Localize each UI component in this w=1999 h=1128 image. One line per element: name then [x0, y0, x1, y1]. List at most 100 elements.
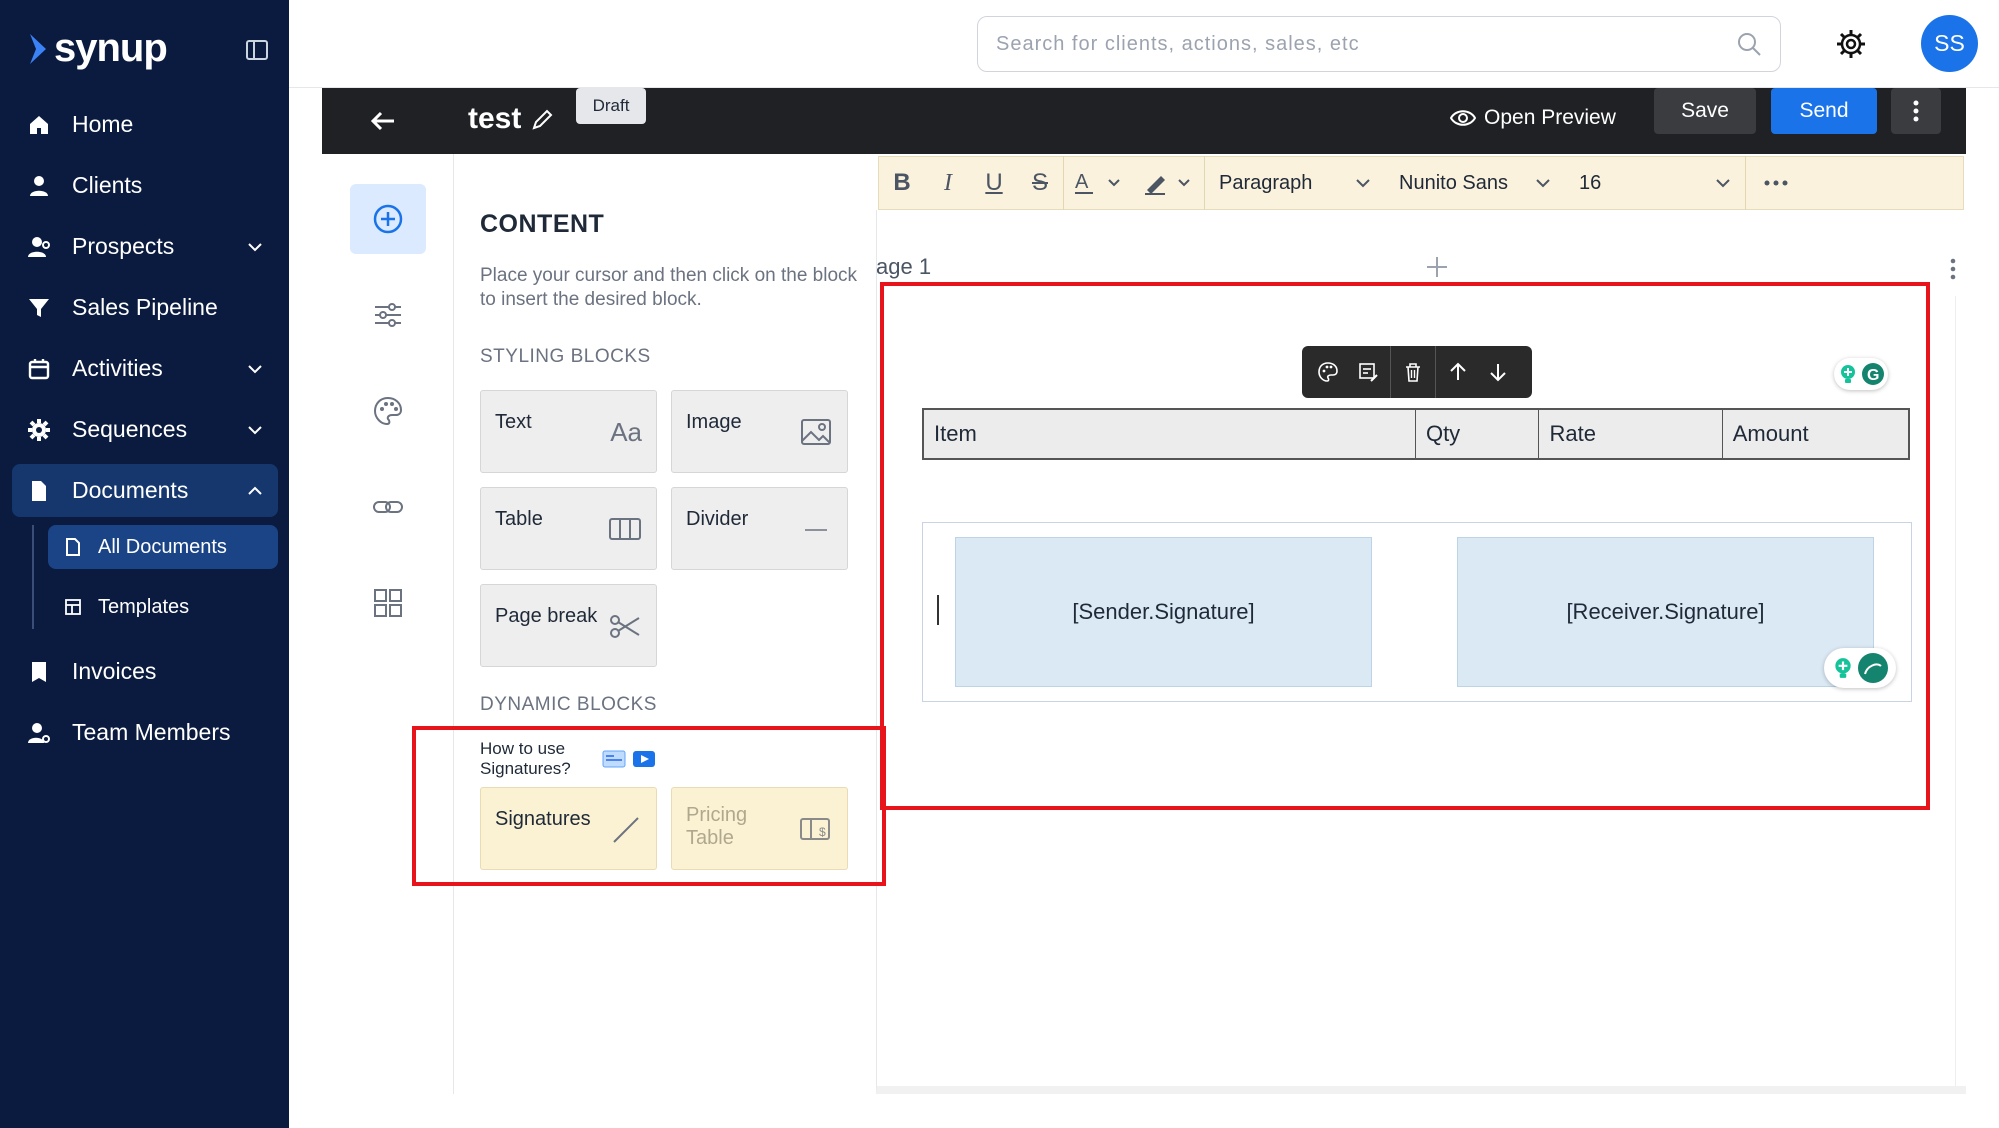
- text-aa-icon: Aa: [610, 417, 642, 447]
- sidebar: synup Home Clients Prospects Sales Pipel…: [0, 0, 289, 1128]
- video-play-icon[interactable]: [632, 749, 656, 769]
- search-icon[interactable]: [1736, 31, 1762, 57]
- content-panel-help: Place your cursor and then click on the …: [480, 265, 858, 310]
- rail-add-content[interactable]: [350, 184, 426, 254]
- search-input[interactable]: [996, 32, 1696, 56]
- arrow-down-icon: [1490, 364, 1506, 382]
- synup-logo-icon: [30, 33, 46, 64]
- nav-invoices[interactable]: Invoices: [12, 645, 278, 698]
- table-header-qty[interactable]: Qty: [1416, 410, 1540, 458]
- image-icon: [801, 419, 831, 445]
- grammarly-widget[interactable]: [1824, 648, 1896, 688]
- rail-links[interactable]: [350, 472, 426, 542]
- signature-block[interactable]: [Sender.Signature] [Receiver.Signature]: [922, 522, 1912, 702]
- receiver-signature-field[interactable]: [Receiver.Signature]: [1457, 537, 1874, 687]
- table-header-amount[interactable]: Amount: [1723, 410, 1908, 458]
- nav-sales-pipeline[interactable]: Sales Pipeline: [12, 281, 278, 334]
- strikethrough-button[interactable]: S: [1017, 156, 1063, 210]
- font-family-select[interactable]: Nunito Sans: [1385, 156, 1565, 210]
- block-move-down-button[interactable]: [1478, 352, 1518, 392]
- text-cursor: [937, 595, 939, 625]
- add-page-plus-icon[interactable]: [1426, 256, 1448, 278]
- block-image-label: Image: [686, 411, 742, 433]
- italic-button[interactable]: I: [925, 156, 971, 210]
- nav-sequences-label: Sequences: [72, 416, 188, 442]
- help-doc-icon[interactable]: [602, 749, 626, 769]
- nav-clients[interactable]: Clients: [12, 159, 278, 212]
- document-icon: [26, 478, 52, 504]
- user-avatar[interactable]: SS: [1921, 15, 1978, 72]
- table-header-item[interactable]: Item: [924, 410, 1416, 458]
- text-color-button[interactable]: A: [1064, 156, 1134, 210]
- nav-prospects-label: Prospects: [72, 233, 175, 259]
- block-move-up-button[interactable]: [1438, 352, 1478, 392]
- svg-text:A: A: [1075, 171, 1089, 193]
- block-image[interactable]: Image: [671, 390, 848, 473]
- block-text[interactable]: Text Aa: [480, 390, 657, 473]
- block-signatures[interactable]: Signatures: [480, 787, 657, 870]
- nav-documents[interactable]: Documents: [12, 464, 278, 517]
- font-size-select[interactable]: 16: [1565, 156, 1745, 210]
- palette-icon: [373, 396, 403, 426]
- nav-templates[interactable]: Templates: [48, 585, 278, 629]
- back-arrow-icon[interactable]: [368, 106, 398, 136]
- eye-icon: [1450, 110, 1476, 126]
- sender-signature-field[interactable]: [Sender.Signature]: [955, 537, 1372, 687]
- pricing-table-icon: $: [800, 818, 830, 840]
- save-button[interactable]: Save: [1654, 88, 1756, 134]
- more-format-button[interactable]: [1746, 156, 1806, 210]
- nav-activities[interactable]: Activities: [12, 342, 278, 395]
- global-search[interactable]: [977, 16, 1781, 72]
- grammarly-widget[interactable]: G: [1834, 358, 1888, 390]
- block-signatures-label: Signatures: [495, 808, 591, 830]
- document-header-bar: test Draft Open Preview Save Send: [322, 88, 1966, 154]
- more-options-button[interactable]: [1891, 88, 1941, 134]
- synup-logo[interactable]: synup: [28, 26, 168, 71]
- page-menu-kebab-icon[interactable]: [1950, 258, 1956, 280]
- block-delete-button[interactable]: [1393, 352, 1433, 392]
- svg-text:G: G: [1867, 367, 1879, 384]
- content-panel: CONTENT Place your cursor and then click…: [454, 154, 876, 1094]
- highlight-button[interactable]: [1134, 156, 1204, 210]
- funnel-icon: [26, 295, 52, 321]
- nav-all-documents[interactable]: All Documents: [48, 525, 278, 569]
- block-page-break[interactable]: Page break: [480, 584, 657, 667]
- chevron-down-icon: [248, 365, 262, 374]
- paragraph-style-select[interactable]: Paragraph: [1205, 156, 1385, 210]
- user-gear-icon: [26, 720, 52, 746]
- settings-gear-icon[interactable]: [1835, 28, 1867, 60]
- styling-blocks-label: STYLING BLOCKS: [480, 346, 651, 367]
- calendar-icon: [26, 356, 52, 382]
- block-divider[interactable]: Divider: [671, 487, 848, 570]
- rail-grid[interactable]: [350, 568, 426, 638]
- ellipsis-icon: [1764, 180, 1788, 186]
- trash-icon: [1406, 363, 1420, 382]
- chevron-up-icon: [248, 486, 262, 495]
- nav-home-label: Home: [72, 111, 134, 137]
- block-text-label: Text: [495, 411, 532, 433]
- underline-button[interactable]: U: [971, 156, 1017, 210]
- rail-settings[interactable]: [350, 280, 426, 350]
- toolbar-separator: [1435, 346, 1436, 398]
- block-table[interactable]: Table: [480, 487, 657, 570]
- bold-button[interactable]: B: [879, 156, 925, 210]
- rail-theme[interactable]: [350, 376, 426, 446]
- nav-documents-label: Documents: [72, 477, 189, 503]
- item-table[interactable]: Item Qty Rate Amount: [922, 408, 1910, 460]
- nav-prospects[interactable]: Prospects: [12, 220, 278, 273]
- block-style-button[interactable]: [1308, 352, 1348, 392]
- table-header-rate[interactable]: Rate: [1539, 410, 1723, 458]
- open-preview-button[interactable]: Open Preview: [1450, 106, 1616, 130]
- block-pricing-table[interactable]: Pricing Table $: [671, 787, 848, 870]
- nav-team-members[interactable]: Team Members: [12, 706, 278, 759]
- nav-sequences[interactable]: Sequences: [12, 403, 278, 456]
- block-format-button[interactable]: [1348, 352, 1388, 392]
- document-title[interactable]: test: [468, 102, 521, 136]
- plus-circle-icon: [373, 204, 403, 234]
- sidebar-collapse-icon[interactable]: [245, 38, 269, 62]
- nav-home[interactable]: Home: [12, 98, 278, 151]
- how-to-signatures-text: How to use Signatures?: [480, 739, 571, 778]
- highlighter-icon: [1145, 176, 1190, 195]
- send-button[interactable]: Send: [1771, 88, 1877, 134]
- pencil-icon[interactable]: [530, 108, 554, 132]
